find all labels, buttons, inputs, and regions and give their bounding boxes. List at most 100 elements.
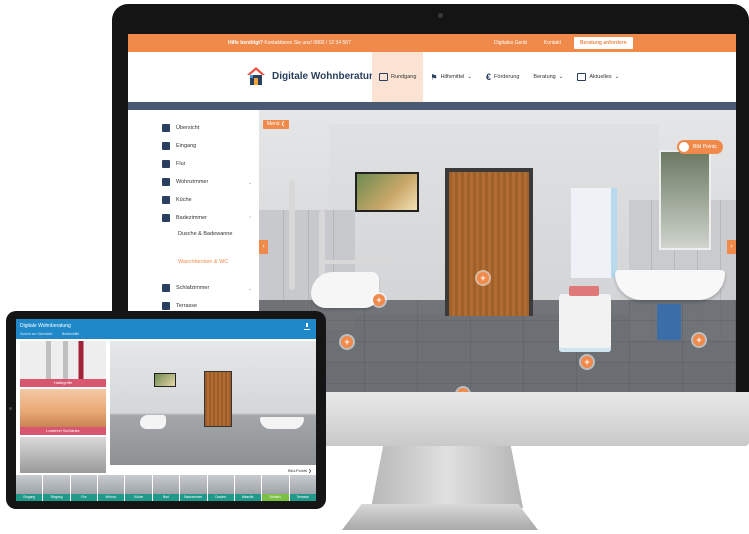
rolling-cabinet — [559, 294, 611, 352]
scroll-left-arrow[interactable]: ‹ — [259, 240, 268, 254]
cabinet-image — [20, 389, 106, 427]
chevron-up-icon[interactable]: ⌃ — [248, 216, 252, 222]
nav-tour[interactable]: Rundgang — [372, 52, 424, 102]
sidebar-item-bathroom[interactable]: Badezimmer — [162, 214, 207, 222]
sidebar-item-entrance[interactable]: Eingang — [162, 142, 196, 150]
help-notice: Hilfe benötigt? Kontaktieren Sie uns! 08… — [228, 40, 351, 46]
request-consultation-button[interactable]: Beratung anfordern — [574, 37, 633, 49]
sidebar-item-living-room[interactable]: Wohnzimmer — [162, 178, 208, 186]
camera-dot — [438, 13, 443, 18]
wash-basin — [615, 270, 725, 300]
wash-basin — [260, 417, 304, 429]
aid-card-cabinets[interactable]: Lowlevel Schränke — [20, 389, 106, 435]
tour-icon — [379, 73, 388, 81]
wall-painting — [355, 172, 419, 212]
thumb-room[interactable]: Dusche — [207, 475, 234, 501]
nav-news[interactable]: Aktuelles ⌄ — [570, 52, 626, 102]
mirror — [659, 150, 711, 250]
wall-cabinet — [571, 188, 617, 278]
chevron-down-icon: ⌄ — [558, 74, 564, 80]
sidebar-subitem-sink-wc[interactable]: Waschbecken & WC — [178, 258, 238, 266]
tablet-app-header: Digitale Wohnberatung Zurück zur Übersic… — [16, 319, 316, 339]
hallway-icon — [162, 160, 170, 168]
cutlery-icon — [162, 196, 170, 204]
sidebar-item-kitchen[interactable]: Küche — [162, 196, 192, 204]
thumb-room[interactable]: Wohnzi. — [98, 475, 125, 501]
news-icon — [577, 73, 587, 81]
monitor-stand-foot — [342, 504, 538, 530]
sidebar-item-terrace[interactable]: Terrasse — [162, 302, 197, 310]
hotspot-plus-icon[interactable]: + — [341, 336, 353, 348]
monitor-chin — [312, 392, 749, 446]
sidebar-item-label: Terrasse — [176, 303, 198, 309]
thumb-room[interactable]: Flur — [70, 475, 98, 501]
nav-aids[interactable]: ⚑ Hilfsmittel ⌄ — [423, 52, 479, 102]
hotspot-plus-icon[interactable]: + — [477, 272, 489, 284]
hotspot-toggle[interactable]: Bild Points — [677, 140, 723, 154]
thumb-room[interactable]: Küche — [125, 475, 152, 501]
toilet — [140, 415, 166, 429]
sidebar-item-label: Übersicht — [176, 125, 200, 131]
thumb-label: Ringang — [43, 494, 70, 501]
sidebar-subitem-shower[interactable]: Dusche & Badewanne — [178, 230, 238, 238]
thumb-room[interactable]: Ringang — [43, 475, 70, 501]
toilet — [311, 272, 379, 308]
tablet-screen: Digitale Wohnberatung Zurück zur Übersic… — [16, 319, 316, 501]
hotspot-plus-icon[interactable]: + — [373, 294, 385, 306]
blue-towel — [657, 304, 681, 340]
tablet-app-title: Digitale Wohnberatung — [20, 323, 71, 329]
thumb-room[interactable]: Badezimmer — [180, 475, 207, 501]
support-rail — [319, 210, 325, 280]
thumb-room-active[interactable]: Schlafzi. — [262, 475, 289, 501]
sidebar-item-label: Wohnzimmer — [176, 179, 209, 185]
wooden-door — [445, 168, 533, 316]
toggle-label: Bild Points — [693, 144, 717, 150]
topbar-link-contact[interactable]: Kontakt — [544, 40, 561, 46]
main-nav: Rundgang ⚑ Hilfsmittel ⌄ € Förderung Ber… — [372, 52, 626, 102]
pink-towel — [569, 286, 599, 296]
sidebar-item-hallway[interactable]: Flur — [162, 160, 185, 168]
thumb-label: Küche — [125, 494, 152, 501]
sofa-icon — [162, 178, 170, 186]
monitor-stand-neck — [371, 446, 523, 508]
help-notice-bold: Hilfe benötigt? — [228, 40, 263, 46]
bed-icon — [162, 284, 170, 292]
chevron-down-icon[interactable]: ⌄ — [248, 180, 252, 186]
thumb-label: Bad — [152, 494, 180, 501]
nav-funding[interactable]: € Förderung — [479, 52, 526, 102]
wall-painting — [154, 373, 176, 387]
sidebar-item-bedroom[interactable]: Schlafzimmer — [162, 284, 209, 292]
thumb-label: Eingang — [16, 494, 43, 501]
topbar-link-device[interactable]: Digitales Gerät — [494, 40, 527, 46]
top-info-bar: Hilfe benötigt? Kontaktieren Sie uns! 08… — [128, 34, 736, 52]
thumb-label: Waschb. — [234, 494, 262, 501]
door-icon — [162, 142, 170, 150]
thumb-room[interactable]: Eingang — [16, 475, 43, 501]
chevron-down-icon[interactable]: ⌄ — [248, 286, 252, 292]
hotspot-plus-icon[interactable]: + — [581, 356, 593, 368]
download-icon[interactable] — [304, 323, 310, 330]
tablet-camera — [9, 407, 12, 410]
tablet-help-link[interactable]: Bedienhilfe — [62, 332, 79, 336]
header-divider-bar — [128, 102, 736, 110]
thumb-room[interactable]: Terrasse — [289, 475, 316, 501]
chevron-down-icon: ⌄ — [614, 74, 620, 80]
aid-card-label: Lowlevel Schränke — [20, 427, 106, 435]
site-logo[interactable]: Digitale Wohnberatung — [246, 66, 381, 86]
scroll-right-arrow[interactable]: › — [727, 240, 736, 254]
tablet-3d-view[interactable] — [110, 341, 316, 465]
tablet-aid-cards: Haltegriffe Lowlevel Schränke — [16, 339, 108, 479]
nav-consulting[interactable]: Beratung ⌄ — [526, 52, 570, 102]
aid-card-grab-bars[interactable]: Haltegriffe — [20, 341, 106, 387]
bathroom-image — [20, 437, 106, 473]
nav-funding-label: Förderung — [494, 74, 520, 80]
sidebar-item-overview[interactable]: Übersicht — [162, 124, 199, 132]
aid-card-bathroom[interactable] — [20, 437, 106, 473]
thumb-room[interactable]: Waschb. — [234, 475, 262, 501]
thumb-room[interactable]: Bad — [152, 475, 180, 501]
back-menu-button[interactable]: Menü ❮ — [263, 120, 290, 129]
hotspot-plus-icon[interactable]: + — [693, 334, 705, 346]
tablet-more-points[interactable]: Bild-Points ❯ — [288, 468, 312, 473]
tablet-back-link[interactable]: Zurück zur Übersicht — [20, 332, 52, 336]
bathroom-3d-view[interactable]: Menü ❮ Bild Points ‹ › + + + + + + — [259, 110, 736, 394]
